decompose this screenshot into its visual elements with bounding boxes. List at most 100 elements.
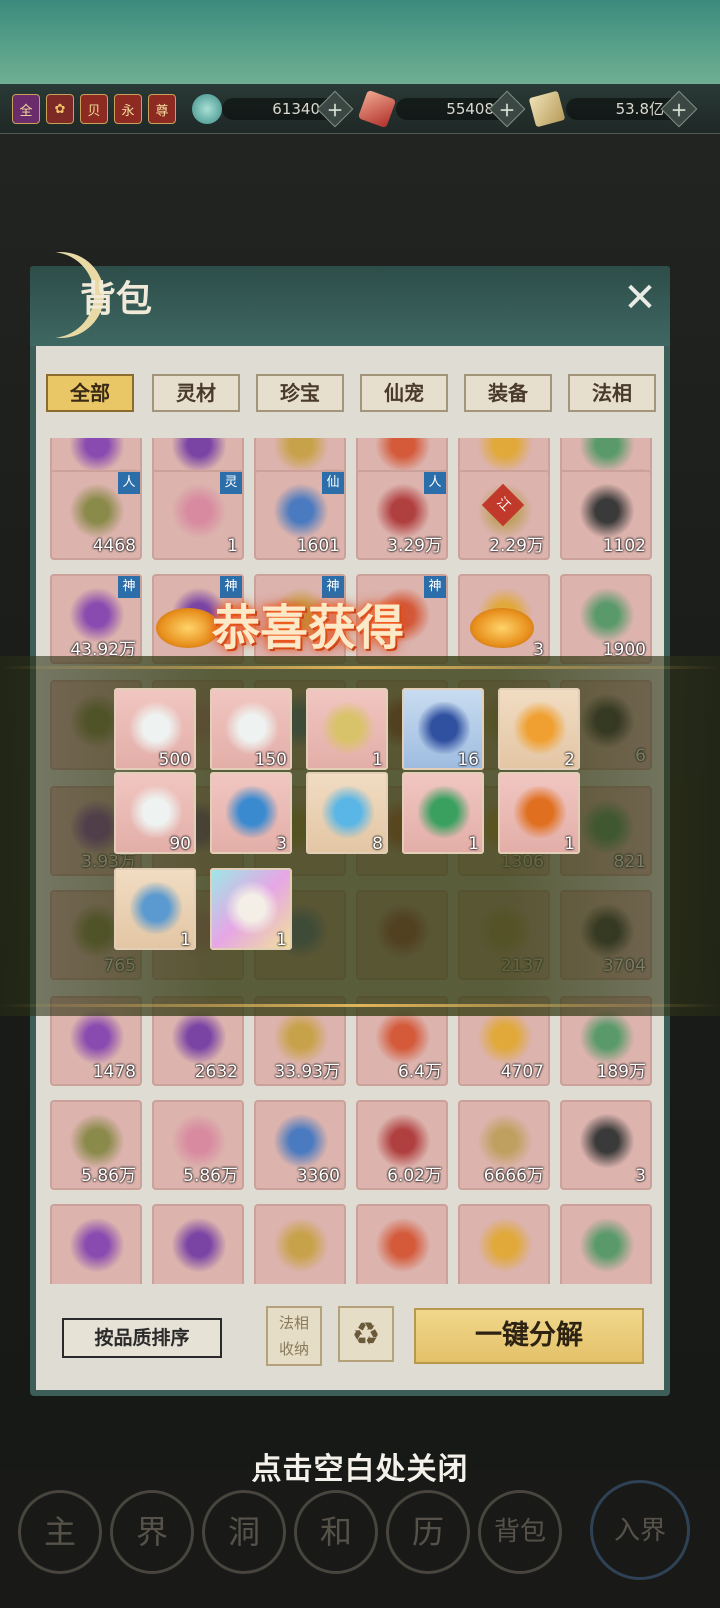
tab-treasures[interactable]: 珍宝 (256, 374, 344, 412)
reward-item[interactable]: 1 (402, 772, 484, 854)
close-button[interactable]: ✕ (620, 278, 660, 318)
forever-badge[interactable]: 永 (114, 94, 142, 124)
item-art-icon (376, 1010, 430, 1064)
item-count: 1478 (92, 1062, 136, 1082)
reward-count: 16 (457, 750, 479, 770)
item-art-icon (580, 588, 634, 642)
reward-count: 1 (372, 750, 383, 770)
item-art-icon (478, 1114, 532, 1168)
reward-item[interactable]: 1 (498, 772, 580, 854)
porcelain-vase-icon (418, 702, 470, 754)
reward-count: 1 (276, 930, 287, 950)
bag-item-slot[interactable]: 1102 (560, 470, 652, 560)
flower-icon: ✿ (54, 101, 66, 117)
bag-item-slot[interactable]: 3 (560, 1100, 652, 1190)
add-crystal-button[interactable] (488, 90, 526, 128)
bag-item-slot[interactable]: 仙 1601 (254, 470, 346, 560)
bag-item-slot[interactable] (458, 1204, 550, 1284)
item-art-icon (478, 1218, 532, 1272)
tab-all[interactable]: 全部 (46, 374, 134, 412)
gold-divider-top (0, 666, 720, 669)
fortune-badge[interactable]: ✿ (46, 94, 74, 124)
reward-item[interactable]: 1 (306, 688, 388, 770)
item-art-icon (274, 484, 328, 538)
item-art-icon (172, 1218, 226, 1272)
honor-badge[interactable]: 尊 (148, 94, 176, 124)
item-art-icon (172, 1114, 226, 1168)
item-count: 33.93万 (274, 1062, 340, 1082)
add-jade-button[interactable] (316, 90, 354, 128)
add-coin-button[interactable] (660, 90, 698, 128)
monthly-badge[interactable]: 贝 (80, 94, 108, 124)
badge-label: 尊 (155, 103, 169, 119)
tab-materials[interactable]: 灵材 (152, 374, 240, 412)
item-art-icon (580, 1218, 634, 1272)
item-count: 1102 (602, 536, 646, 556)
bag-item-slot[interactable]: 5.86万 (50, 1100, 142, 1190)
bag-item-slot[interactable] (356, 1204, 448, 1284)
nav-realm[interactable]: 界 (110, 1490, 194, 1574)
nav-enter-realm[interactable]: 入界 (590, 1480, 690, 1580)
tab-dharma[interactable]: 法相 (568, 374, 656, 412)
item-count: 6.4万 (397, 1062, 442, 1082)
sort-by-quality-button[interactable]: 按品质排序 (62, 1318, 222, 1358)
dharma-storage-button[interactable]: 法相 收纳 (266, 1306, 322, 1366)
reward-item[interactable]: 1 (114, 868, 196, 950)
reward-item[interactable]: 500 (114, 688, 196, 770)
reward-item[interactable]: 1 (210, 868, 292, 950)
reward-item[interactable]: 90 (114, 772, 196, 854)
reward-item[interactable]: 8 (306, 772, 388, 854)
nav-history[interactable]: 历 (386, 1490, 470, 1574)
item-art-icon (478, 1010, 532, 1064)
nav-bag[interactable]: 背包 (478, 1490, 562, 1574)
reward-item[interactable]: 3 (210, 772, 292, 854)
item-art-icon (70, 1218, 124, 1272)
blue-flask-icon (130, 882, 182, 934)
bag-item-slot[interactable]: 1900 (560, 574, 652, 664)
bag-item-slot[interactable]: 江 2.29万 (458, 470, 550, 560)
bag-item-slot[interactable] (50, 1204, 142, 1284)
item-count: 3 (635, 1166, 646, 1186)
item-art-icon (274, 1218, 328, 1272)
bag-item-slot[interactable] (254, 1204, 346, 1284)
golden-cloud-left-icon (156, 608, 220, 648)
recycle-button[interactable]: ♻ (338, 1306, 394, 1362)
reward-item[interactable]: 16 (402, 688, 484, 770)
bag-item-slot[interactable] (152, 1204, 244, 1284)
fire-potion-icon (514, 786, 566, 838)
item-art-icon (376, 1218, 430, 1272)
spirit-jar-icon (226, 882, 278, 934)
scroll-icon (322, 702, 374, 754)
item-count: 1 (227, 536, 238, 556)
item-art-icon (376, 438, 430, 472)
tab-pets[interactable]: 仙宠 (360, 374, 448, 412)
jade-swirl-icon (192, 94, 222, 124)
item-count: 4707 (500, 1062, 544, 1082)
item-grade-tag: 人 (118, 472, 140, 494)
bag-item-slot[interactable]: 人 4468 (50, 470, 142, 560)
lamp-potion-icon (514, 702, 566, 754)
coin-resource: 53.8亿 (528, 90, 698, 128)
reward-item[interactable]: 2 (498, 688, 580, 770)
bag-item-slot[interactable]: 6666万 (458, 1100, 550, 1190)
bag-item-slot[interactable]: 6.02万 (356, 1100, 448, 1190)
reward-count: 150 (254, 750, 287, 770)
bag-item-slot[interactable]: 5.86万 (152, 1100, 244, 1190)
item-count: 5.86万 (183, 1166, 238, 1186)
bag-item-slot[interactable]: 神 43.92万 (50, 574, 142, 664)
bag-item-slot[interactable]: 灵1 (152, 470, 244, 560)
bag-item-slot[interactable]: 人 3.29万 (356, 470, 448, 560)
vip-badge[interactable]: 全 (12, 94, 40, 124)
nav-cave[interactable]: 洞 (202, 1490, 286, 1574)
bag-item-slot[interactable]: 3360 (254, 1100, 346, 1190)
reward-item[interactable]: 150 (210, 688, 292, 770)
one-click-decompose-button[interactable]: 一键分解 (414, 1308, 644, 1364)
white-stone-icon (130, 702, 182, 754)
reward-count: 90 (169, 834, 191, 854)
badge-label: 全 (19, 103, 33, 119)
nav-main[interactable]: 主 (18, 1490, 102, 1574)
button-label: 法相 (278, 1314, 309, 1332)
bag-item-slot[interactable] (560, 1204, 652, 1284)
nav-harmony[interactable]: 和 (294, 1490, 378, 1574)
tab-equipment[interactable]: 装备 (464, 374, 552, 412)
